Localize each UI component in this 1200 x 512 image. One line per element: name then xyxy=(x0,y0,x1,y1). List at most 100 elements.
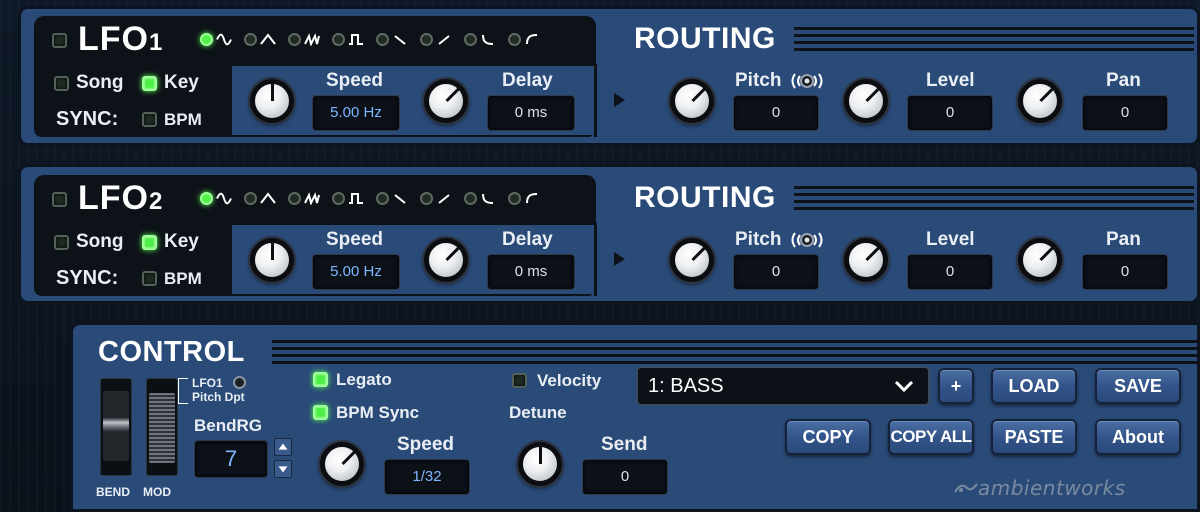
wave-option-square[interactable] xyxy=(332,33,364,46)
lfo2-delay-label: Delay xyxy=(502,229,553,250)
lfo2-enable-led[interactable] xyxy=(52,192,67,207)
lfo1-delay-value[interactable]: 0 ms xyxy=(487,95,575,131)
lfo1-song-led[interactable] xyxy=(54,76,69,91)
lfo2-pitch-label: Pitch xyxy=(735,229,782,250)
about-button[interactable]: About xyxy=(1095,419,1181,455)
legato-led[interactable] xyxy=(313,372,328,387)
ambientworks-logo-icon xyxy=(954,483,978,493)
lfo2-song-label: Song xyxy=(76,231,124,252)
preset-select[interactable]: 1: BASS xyxy=(636,366,930,406)
lfo1-pan-knob[interactable] xyxy=(1018,79,1062,123)
lfo1-delay-label: Delay xyxy=(502,70,553,91)
lfo1-bpm-label: BPM xyxy=(164,110,202,129)
wave-led xyxy=(420,192,433,205)
wave-option-saw-up[interactable] xyxy=(420,192,452,205)
mod-wheel-cap[interactable] xyxy=(149,393,175,463)
lfo2-key-led[interactable] xyxy=(142,235,157,250)
bend-wheel[interactable] xyxy=(100,378,132,476)
lfo1-delay-knob[interactable] xyxy=(424,79,468,123)
lfo2-level-knob[interactable] xyxy=(844,238,888,282)
lfo2-pitch-vibrato-icon[interactable] xyxy=(787,230,827,250)
triangle-icon xyxy=(260,33,276,45)
wave-option-triangle[interactable] xyxy=(244,33,276,46)
ramp-up-icon xyxy=(304,33,320,46)
control-stripes xyxy=(272,340,1200,366)
wave-option-square[interactable] xyxy=(332,192,364,205)
wave-led xyxy=(288,192,301,205)
lfo2-title: LFO2 xyxy=(78,179,164,217)
lfo1-title: LFO1 xyxy=(78,20,164,58)
bendrg-down-button[interactable] xyxy=(274,460,292,478)
bend-wheel-cap[interactable] xyxy=(103,391,129,461)
lfo1-divider xyxy=(594,64,597,137)
arrow-up-icon xyxy=(278,443,288,450)
lfo2-delay-value[interactable]: 0 ms xyxy=(487,254,575,290)
copy-button[interactable]: COPY xyxy=(785,419,871,455)
bpm-sync-led[interactable] xyxy=(313,405,328,420)
bendrg-value[interactable]: 7 xyxy=(194,440,268,478)
add-preset-button[interactable]: + xyxy=(938,368,974,404)
lfo1-pitch-dpt-led[interactable] xyxy=(233,376,246,389)
lfo2-pitch-knob[interactable] xyxy=(670,238,714,282)
lfo1-key-label: Key xyxy=(164,72,199,93)
lfo2-song-led[interactable] xyxy=(54,235,69,250)
wave-option-triangle[interactable] xyxy=(244,192,276,205)
wave-option-exp-down[interactable] xyxy=(464,192,496,205)
lfo1-bpm-led[interactable] xyxy=(142,112,157,127)
lfo1-speed-knob[interactable] xyxy=(250,79,294,123)
wave-led xyxy=(464,192,477,205)
wave-option-ramp-down[interactable] xyxy=(376,33,408,46)
lfo1-enable-led[interactable] xyxy=(52,33,67,48)
velocity-led[interactable] xyxy=(512,373,527,388)
lfo2-pan-knob[interactable] xyxy=(1018,238,1062,282)
lfo2-key-label: Key xyxy=(164,231,199,252)
lfo2-wave-selector xyxy=(200,192,540,205)
lfo2-delay-knob[interactable] xyxy=(424,238,468,282)
lfo2-pitch-value[interactable]: 0 xyxy=(733,254,819,290)
lfo2-speed-knob[interactable] xyxy=(250,238,294,282)
mod-label: MOD xyxy=(143,485,171,499)
wave-option-exp-up[interactable] xyxy=(508,192,540,205)
wave-option-sine[interactable] xyxy=(200,33,232,46)
lfo1-level-label: Level xyxy=(926,70,975,91)
wave-led xyxy=(508,192,521,205)
lfo2-speed-value[interactable]: 5.00 Hz xyxy=(312,254,400,290)
lfo1-level-knob[interactable] xyxy=(844,79,888,123)
wave-led xyxy=(244,33,257,46)
wave-led xyxy=(464,33,477,46)
lfo1-pitch-label: Pitch xyxy=(735,70,782,91)
wave-option-ramp-up[interactable] xyxy=(288,33,320,46)
wave-option-sine[interactable] xyxy=(200,192,232,205)
lfo2-bpm-led[interactable] xyxy=(142,271,157,286)
square-icon xyxy=(349,34,363,45)
lfo1-pitch-dpt-label-1: LFO1 xyxy=(192,376,223,390)
copy-all-button[interactable]: COPY ALL xyxy=(888,419,974,455)
wave-led xyxy=(200,33,213,46)
lfo1-pitch-value[interactable]: 0 xyxy=(733,95,819,131)
control-speed-value[interactable]: 1/32 xyxy=(384,459,470,495)
save-button[interactable]: SAVE xyxy=(1095,368,1181,404)
lfo2-level-value[interactable]: 0 xyxy=(907,254,993,290)
load-button[interactable]: LOAD xyxy=(991,368,1077,404)
bendrg-up-button[interactable] xyxy=(274,438,292,456)
lfo1-speed-value[interactable]: 5.00 Hz xyxy=(312,95,400,131)
wave-option-ramp-down[interactable] xyxy=(376,192,408,205)
lfo1-pitch-knob[interactable] xyxy=(670,79,714,123)
mod-wheel[interactable] xyxy=(146,378,178,476)
arrow-down-icon xyxy=(278,466,288,473)
paste-button[interactable]: PASTE xyxy=(991,419,1077,455)
wave-option-saw-up[interactable] xyxy=(420,33,452,46)
send-label: Send xyxy=(601,434,648,455)
lfo1-pan-value[interactable]: 0 xyxy=(1082,95,1168,131)
lfo1-key-led[interactable] xyxy=(142,76,157,91)
lfo2-pan-value[interactable]: 0 xyxy=(1082,254,1168,290)
lfo1-pitch-vibrato-icon[interactable] xyxy=(787,71,827,91)
lfo1-level-value[interactable]: 0 xyxy=(907,95,993,131)
wave-option-ramp-up[interactable] xyxy=(288,192,320,205)
wave-option-exp-down[interactable] xyxy=(464,33,496,46)
control-speed-knob[interactable] xyxy=(320,442,364,486)
wave-option-exp-up[interactable] xyxy=(508,33,540,46)
send-knob[interactable] xyxy=(518,442,562,486)
chevron-down-icon xyxy=(894,380,914,392)
send-value[interactable]: 0 xyxy=(582,459,668,495)
